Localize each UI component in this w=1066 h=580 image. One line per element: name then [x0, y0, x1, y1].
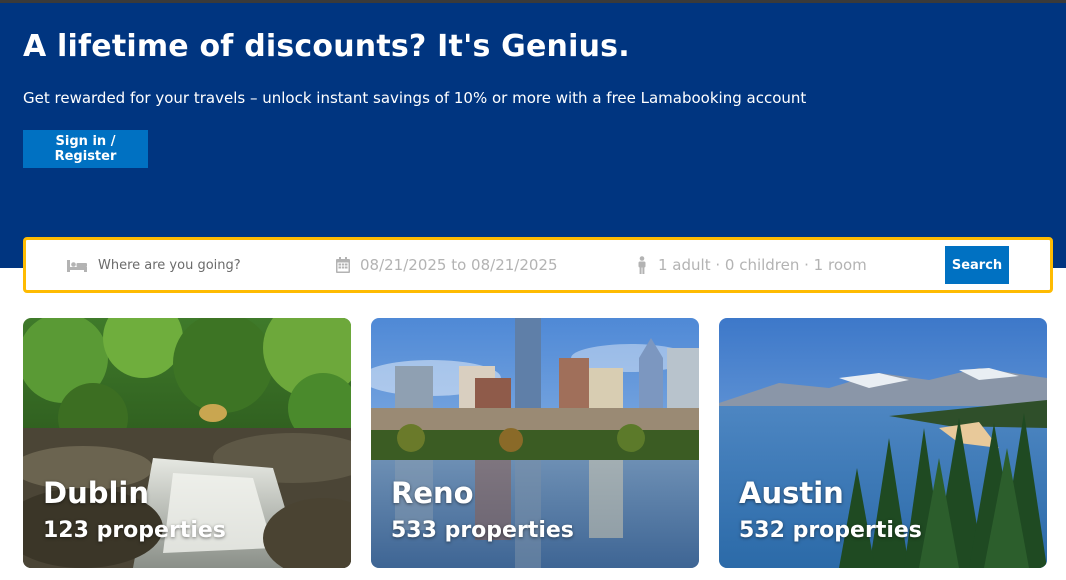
destination-name: Dublin — [43, 476, 150, 510]
destination-input[interactable] — [98, 257, 288, 273]
banner-subtitle: Get rewarded for your travels – unlock i… — [23, 89, 807, 107]
date-range-text: 08/21/2025 to 08/21/2025 — [360, 256, 558, 274]
destination-card-austin[interactable]: Austin 532 properties — [719, 318, 1047, 568]
destination-field[interactable] — [66, 240, 316, 290]
guests-summary-text: 1 adult · 0 children · 1 room — [658, 256, 867, 274]
search-button[interactable]: Search — [945, 246, 1009, 284]
destination-name: Reno — [391, 476, 474, 510]
date-field[interactable]: 08/21/2025 to 08/21/2025 — [336, 240, 626, 290]
destination-name: Austin — [739, 476, 844, 510]
calendar-icon — [336, 257, 350, 273]
destination-properties: 533 properties — [391, 518, 574, 543]
person-icon — [636, 256, 648, 274]
destination-properties: 123 properties — [43, 518, 226, 543]
banner-title: A lifetime of discounts? It's Genius. — [23, 29, 630, 64]
genius-banner: A lifetime of discounts? It's Genius. Ge… — [0, 3, 1066, 268]
destination-properties: 532 properties — [739, 518, 922, 543]
bed-icon — [66, 257, 88, 273]
destination-cards: Dublin 123 properties Reno 533 propertie… — [23, 318, 1047, 568]
destination-card-reno[interactable]: Reno 533 properties — [371, 318, 699, 568]
guests-field[interactable]: 1 adult · 0 children · 1 room — [636, 240, 936, 290]
destination-card-dublin[interactable]: Dublin 123 properties — [23, 318, 351, 568]
search-bar: 08/21/2025 to 08/21/2025 1 adult · 0 chi… — [23, 237, 1053, 293]
sign-in-register-button[interactable]: Sign in / Register — [23, 130, 148, 168]
